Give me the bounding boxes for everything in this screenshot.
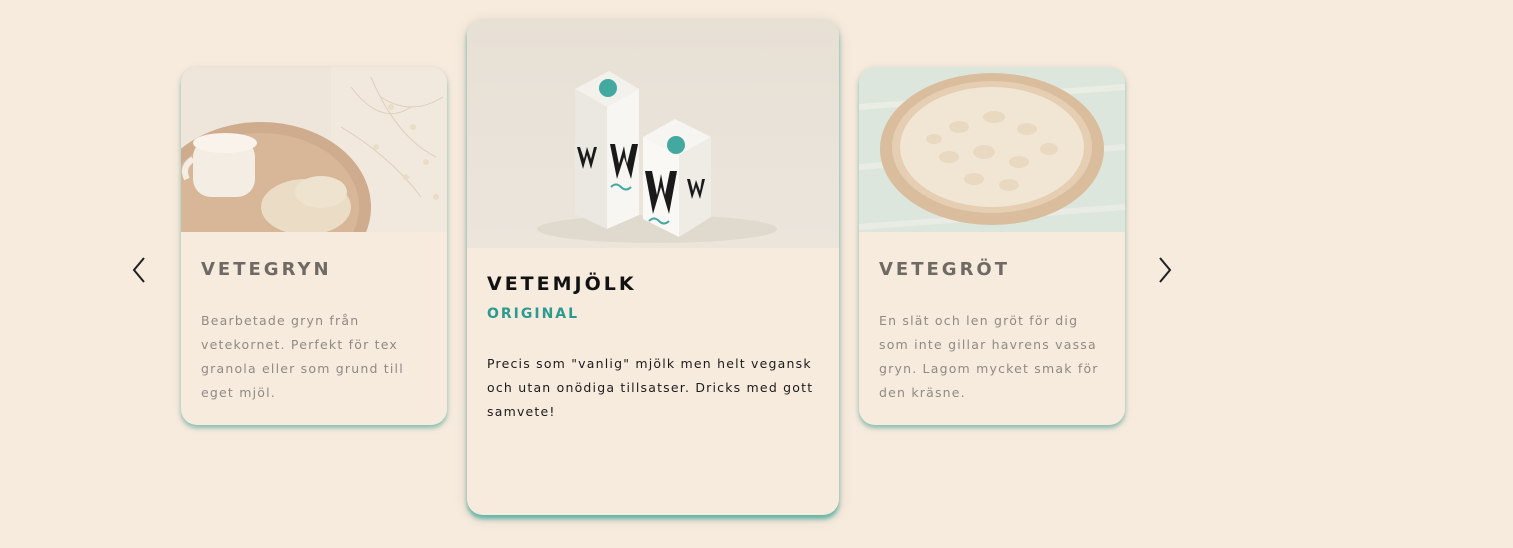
card-title: VETEGRYN [201, 259, 332, 280]
product-carousel: VETEGRYN Bearbetade gryn från vetekornet… [0, 0, 1513, 548]
product-card-vetegrot[interactable]: VETEGRÖT En slät och len gröt för dig so… [859, 67, 1125, 425]
product-card-vetemjolk[interactable]: VETEMJÖLK ORIGINAL Precis som "vanlig" m… [467, 19, 839, 515]
product-image-oat-bowl [859, 67, 1125, 232]
card-description: Bearbetade gryn från vetekornet. Perfekt… [201, 313, 404, 400]
chevron-left-icon [132, 257, 145, 283]
card-description: Precis som "vanlig" mjölk men helt vegan… [487, 356, 814, 419]
chevron-right-icon [1159, 257, 1172, 283]
card-subtitle: ORIGINAL [487, 306, 580, 322]
next-button[interactable] [1151, 254, 1179, 286]
product-image-milk-cartons [467, 19, 839, 248]
product-image-milk-and-oats [181, 67, 447, 232]
previous-button[interactable] [125, 254, 153, 286]
card-title: VETEMJÖLK [487, 273, 637, 295]
card-description: En slät och len gröt för dig som inte gi… [879, 313, 1099, 400]
product-card-vetegryn[interactable]: VETEGRYN Bearbetade gryn från vetekornet… [181, 67, 447, 425]
card-title: VETEGRÖT [879, 259, 1011, 280]
